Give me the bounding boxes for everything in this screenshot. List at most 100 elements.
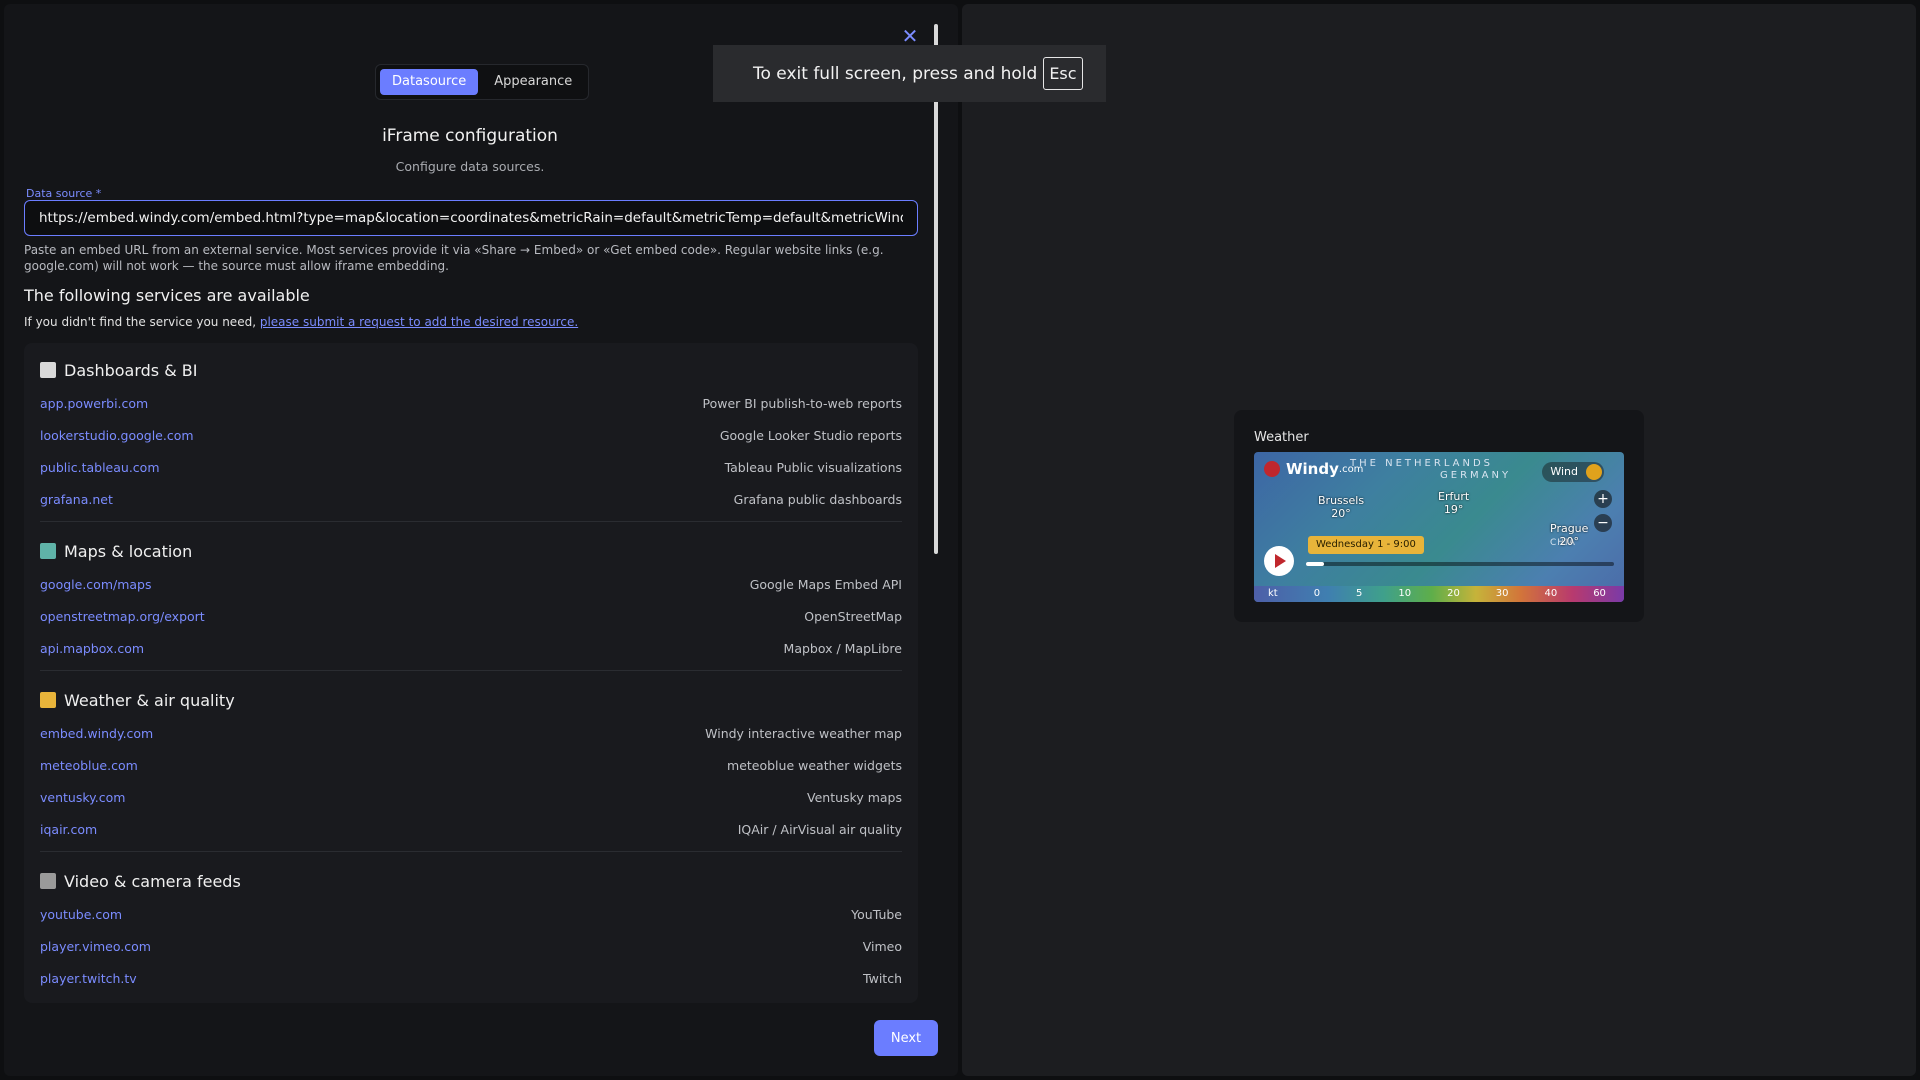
service-link[interactable]: lookerstudio.google.com	[40, 428, 194, 443]
scale-tick: 30	[1495, 588, 1509, 599]
datasource-label: Data source *	[26, 187, 102, 200]
scale-tick: 40	[1544, 588, 1558, 599]
service-link[interactable]: embed.windy.com	[40, 726, 153, 741]
service-row: lookerstudio.google.com Google Looker Stu…	[40, 419, 902, 451]
service-description: Power BI publish-to-web reports	[702, 395, 903, 411]
page-title: iFrame configuration	[382, 126, 558, 146]
divider	[40, 521, 902, 522]
fullscreen-toast: To exit full screen, press and hold Esc	[713, 45, 1106, 102]
service-row: meteoblue.com meteoblue weather widgets	[40, 749, 902, 781]
wind-layer-button[interactable]: Wind	[1542, 462, 1604, 482]
country-label: GERMANY	[1440, 470, 1512, 481]
timeline-progress	[1306, 562, 1325, 566]
service-description: Grafana public dashboards	[733, 491, 902, 507]
windy-logo-icon	[1264, 461, 1280, 477]
service-description: Mapbox / MapLibre	[783, 640, 902, 656]
service-row: youtube.com YouTube	[40, 898, 902, 930]
tab-bar: Datasource Appearance	[375, 64, 590, 100]
service-row: openstreetmap.org/export OpenStreetMap	[40, 600, 902, 632]
divider	[40, 670, 902, 671]
windy-map[interactable]: Windy .com THE NETHERLANDS GERMANY CHIA B…	[1254, 452, 1624, 602]
windy-brand: Windy	[1286, 460, 1339, 478]
wind-icon	[1586, 464, 1602, 480]
divider	[40, 851, 902, 852]
service-link[interactable]: api.mapbox.com	[40, 641, 144, 656]
service-description: Vimeo	[862, 938, 902, 954]
request-link[interactable]: please submit a request to add the desir…	[260, 315, 578, 329]
service-description: IQAir / AirVisual air quality	[737, 821, 902, 837]
service-row: iqair.com IQAir / AirVisual air quality	[40, 813, 902, 845]
service-row: player.twitch.tv Twitch	[40, 962, 902, 994]
city-brussels: Brussels 20°	[1318, 494, 1365, 520]
service-link[interactable]: openstreetmap.org/export	[40, 609, 205, 624]
category-name: Video & camera feeds	[64, 871, 241, 891]
scale-tick: 20	[1447, 588, 1460, 599]
service-description: Windy interactive weather map	[705, 725, 902, 741]
time-badge: Wednesday 1 - 9:00	[1308, 536, 1424, 554]
tab-datasource[interactable]: Datasource	[380, 69, 479, 95]
service-link[interactable]: youtube.com	[40, 907, 122, 922]
request-prefix: If you didn't find the service you need,	[24, 315, 260, 329]
service-description: Google Looker Studio reports	[719, 427, 902, 443]
service-row: api.mapbox.com Mapbox / MapLibre	[40, 632, 902, 664]
service-link[interactable]: grafana.net	[40, 492, 113, 507]
service-link[interactable]: public.tableau.com	[40, 460, 160, 475]
timeline-slider[interactable]	[1306, 562, 1614, 566]
service-description: YouTube	[851, 906, 902, 922]
scrollbar[interactable]	[934, 24, 938, 554]
request-line: If you didn't find the service you need,…	[24, 315, 578, 329]
widget-title: Weather	[1254, 430, 1309, 445]
service-link[interactable]: ventusky.com	[40, 790, 125, 805]
service-row: app.powerbi.com Power BI publish-to-web r…	[40, 387, 902, 419]
service-description: Google Maps Embed API	[749, 576, 902, 592]
service-link[interactable]: player.vimeo.com	[40, 939, 151, 954]
service-link[interactable]: app.powerbi.com	[40, 396, 148, 411]
scale-unit: kt	[1268, 588, 1278, 599]
zoom-in-icon[interactable]: +	[1594, 490, 1612, 508]
sun-cloud-icon	[40, 692, 56, 708]
next-button[interactable]: Next	[874, 1020, 938, 1056]
category-name: Maps & location	[64, 541, 193, 561]
services-list[interactable]: Dashboards & BI app.powerbi.com Power BI p…	[24, 343, 918, 1003]
service-row: grafana.net Grafana public dashboards	[40, 483, 902, 515]
city-prague: Prague 20°	[1550, 522, 1589, 548]
scale-tick: 0	[1313, 588, 1321, 599]
services-heading: The following services are available	[24, 286, 310, 305]
page-subtitle: Configure data sources.	[395, 159, 545, 174]
service-link[interactable]: meteoblue.com	[40, 758, 138, 773]
esc-key: Esc	[1043, 57, 1083, 90]
map-icon	[40, 543, 56, 559]
category-heading: Dashboards & BI	[40, 353, 902, 387]
city-erfurt: Erfurt 19°	[1438, 490, 1470, 516]
datasource-input[interactable]	[24, 200, 918, 236]
category-name: Dashboards & BI	[64, 360, 198, 380]
service-row: google.com/maps Google Maps Embed API	[40, 568, 902, 600]
video-camera-icon	[40, 873, 56, 889]
country-label: THE NETHERLANDS	[1350, 458, 1493, 469]
datasource-hint: Paste an embed URL from an external serv…	[24, 243, 884, 273]
zoom-out-icon[interactable]: −	[1594, 514, 1612, 532]
service-row: embed.windy.com Windy interactive weather…	[40, 717, 902, 749]
service-link[interactable]: player.twitch.tv	[40, 971, 137, 986]
toast-text: To exit full screen, press and hold	[753, 63, 1038, 84]
scale-tick: 10	[1398, 588, 1412, 599]
service-description: Twitch	[863, 970, 902, 986]
category-heading: Video & camera feeds	[40, 864, 902, 898]
service-link[interactable]: google.com/maps	[40, 577, 152, 592]
service-description: Tableau Public visualizations	[724, 459, 902, 475]
weather-widget: Weather Windy .com THE NETHERLANDS GERMAN…	[1234, 410, 1644, 622]
category-name: Weather & air quality	[64, 690, 235, 710]
bar-chart-icon	[40, 362, 56, 378]
scale-tick: 5	[1356, 588, 1363, 599]
service-link[interactable]: iqair.com	[40, 822, 97, 837]
service-description: meteoblue weather widgets	[727, 757, 902, 773]
category-heading: Weather & air quality	[40, 683, 902, 717]
scale-tick: 60	[1593, 588, 1606, 599]
play-icon[interactable]	[1264, 546, 1294, 576]
service-row: public.tableau.com Tableau Public visuali…	[40, 451, 902, 483]
windy-logo: Windy .com	[1264, 460, 1363, 478]
config-panel: ✕ Datasource Appearance iFrame configura…	[4, 4, 958, 1076]
service-row: player.vimeo.com Vimeo	[40, 930, 902, 962]
service-description: Ventusky maps	[807, 789, 902, 805]
tab-appearance[interactable]: Appearance	[482, 69, 584, 95]
